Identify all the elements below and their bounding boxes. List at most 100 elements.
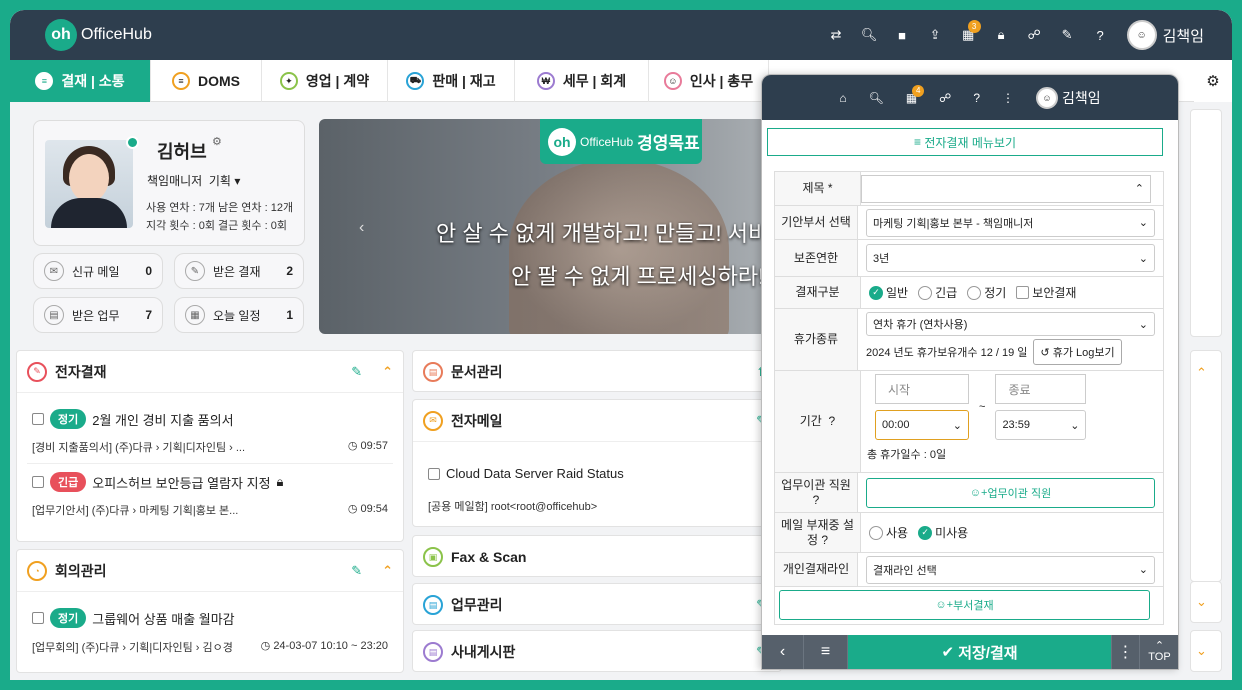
document-icon: ▤ (423, 362, 443, 382)
logo-mark: oh (45, 19, 77, 51)
write-icon[interactable]: ✎ (351, 563, 362, 579)
transfer-button[interactable]: ☺+ 업무이관 직원 (866, 477, 1155, 508)
more-vertical-icon[interactable]: ⋮ (1112, 635, 1140, 669)
leave-log-button[interactable]: ↺ 휴가 Log보기 (1033, 339, 1122, 365)
banner-title: 경영목표 (637, 134, 700, 153)
search-icon[interactable]: 🔍︎ (853, 10, 886, 60)
type-regular-radio[interactable]: 정기 (967, 284, 1006, 301)
tab-doms[interactable]: ≡ DOMS (151, 60, 262, 102)
docs-panel: ▤문서관리⇧ (412, 350, 782, 392)
settings-gear-icon[interactable]: ⚙ (212, 135, 222, 148)
chevron-up-icon[interactable]: ⌃ (1196, 365, 1207, 381)
new-mail-button[interactable]: ✉ 신규 메일 0 (33, 253, 163, 289)
video-icon[interactable]: ■ (886, 10, 919, 60)
profile-role[interactable]: 책임매니저 기획 ▾ (147, 172, 240, 189)
received-task-button[interactable]: ▤ 받은 업무 7 (33, 297, 163, 333)
menu-icon[interactable]: ≡ (804, 635, 848, 669)
mail-icon: ✉ (423, 410, 443, 431)
chevron-down-icon[interactable]: ⌄ (1196, 643, 1207, 659)
online-status-dot (126, 136, 139, 149)
org-chart-icon[interactable]: ☍ (939, 91, 951, 105)
history-icon: ↺ (1040, 346, 1050, 359)
home-icon[interactable]: ⌂ (839, 91, 846, 105)
user-menu[interactable]: ☺ 김책임 (1117, 20, 1232, 50)
chevron-up-icon[interactable]: ⌃ (382, 563, 393, 579)
end-time-select[interactable]: 23:59 ⌄ (995, 410, 1087, 440)
dept-select[interactable]: 마케팅 기획|홍보 본부 - 책임매니저 ⌄ (866, 208, 1155, 237)
profile-name: 김허브 (157, 142, 207, 162)
received-approval-button[interactable]: ✎ 받은 결재 2 (174, 253, 304, 289)
title-input[interactable]: ⌃ (861, 174, 1151, 203)
dept-approval-button[interactable]: ☺+ 부서결재 (779, 590, 1150, 620)
tab-sales-contract[interactable]: ✦ 영업 | 계약 (262, 60, 388, 102)
dept-text: 기획 (208, 174, 231, 188)
keep-value: 3년 (873, 253, 890, 265)
type-urgent-radio[interactable]: 긴급 (918, 284, 957, 301)
more-vertical-icon[interactable]: ⋮ (1002, 91, 1014, 105)
leave-type-select[interactable]: 연차 휴가 (연차사용) ⌄ (866, 312, 1155, 336)
calendar-icon[interactable]: ▦ 3 (952, 10, 985, 60)
start-placeholder: 시작 (888, 382, 911, 397)
chevron-up-icon[interactable]: ⌃ (1135, 182, 1144, 195)
approval-menu-button[interactable]: ≡ 전자결재 메뉴보기 (767, 128, 1163, 156)
help-icon[interactable]: ? (813, 493, 820, 507)
absence-use-radio[interactable]: 사용 (869, 524, 908, 541)
doc-icon (32, 413, 44, 425)
lock-icon[interactable]: 🔒︎ (985, 10, 1018, 60)
tab-hr[interactable]: ☺ 인사 | 총무 (649, 60, 769, 102)
type-normal-radio[interactable]: ✓ 일반 (869, 284, 908, 301)
tab-tax-account[interactable]: ₩ 세무 | 회계 (515, 60, 649, 102)
top-button[interactable]: ⌃ TOP (1140, 635, 1178, 669)
help-icon[interactable]: ? (1084, 10, 1117, 60)
user-plus-icon: ☺+ (969, 486, 988, 499)
write-icon[interactable]: ✎ (351, 364, 362, 380)
security-checkbox[interactable]: 보안결재 (1016, 284, 1076, 301)
list-item[interactable]: 정기 2월 개인 경비 지출 품의서 (32, 409, 234, 429)
chevron-left-icon[interactable]: ‹ (359, 219, 364, 237)
keep-select[interactable]: 3년 ⌄ (866, 244, 1155, 272)
help-icon[interactable]: ? (829, 414, 836, 429)
banner-logo-mark: oh (548, 127, 576, 156)
leave-log-label: 휴가 Log보기 (1052, 347, 1115, 359)
chevron-down-icon: ⌄ (1138, 252, 1148, 265)
list-item[interactable]: 긴급 오피스허브 보안등급 열람자 지정 🔒︎ (32, 472, 283, 492)
goal-banner[interactable]: oh OfficeHub 경영목표 ‹ 안 살 수 없게 개발하고! 만들고! … (319, 119, 769, 334)
chevron-left-icon[interactable]: ‹ (762, 635, 804, 669)
dept-value: 마케팅 기획|홍보 본부 - 책임매니저 (873, 217, 1034, 230)
approval-pen-icon: ✎ (27, 361, 47, 382)
lock-icon: 🔒︎ (276, 474, 284, 489)
logo[interactable]: oh OfficeHub (45, 19, 152, 51)
calendar-icon[interactable]: ▦ 4 (906, 84, 925, 105)
gear-icon[interactable]: ⚙ (1194, 60, 1232, 102)
help-icon[interactable]: ? (973, 91, 980, 105)
user-name: 김책임 (1162, 27, 1204, 45)
tab-sales-stock[interactable]: ⛟ 판매 | 재고 (388, 60, 515, 102)
end-date-input[interactable]: 종료 (995, 374, 1087, 404)
edit-icon[interactable]: ✎ (1051, 10, 1084, 60)
status-badge: 정기 (50, 409, 87, 429)
search-icon[interactable]: 🔍︎ (869, 91, 884, 105)
tab-approval[interactable]: ≡ 결재 | 소통 (10, 60, 151, 102)
leave-count: 2024 년도 휴가보유개수 12 / 19 일 (866, 347, 1028, 359)
help-icon[interactable]: ? (821, 533, 828, 547)
popup-user[interactable]: ☺ 김책임 (1036, 86, 1101, 109)
today-schedule-button[interactable]: ▦ 오늘 일정 1 (174, 297, 304, 333)
briefcase-icon: ▤ (44, 305, 64, 325)
list-item[interactable]: 정기 그룹웨어 상품 매출 월마감 (32, 608, 235, 628)
org-chart-icon[interactable]: ☍ (1018, 10, 1051, 60)
chevron-up-icon[interactable]: ⌃ (382, 364, 393, 380)
approval-icon: ≡ (35, 72, 54, 90)
doc-icon (428, 467, 440, 480)
tab-label: 세무 | 회계 (562, 73, 627, 89)
save-approve-button[interactable]: ✔ 저장/결재 (848, 635, 1112, 669)
start-time-select[interactable]: 00:00 ⌄ (875, 410, 969, 440)
approval-line-select[interactable]: 결재라인 선택 ⌄ (866, 555, 1155, 584)
list-item[interactable]: Cloud Data Server Raid Status (428, 466, 624, 481)
start-date-input[interactable]: 시작 (875, 374, 969, 404)
mail-icon: ✉ (44, 261, 64, 281)
share-icon[interactable]: ⇪ (919, 10, 952, 60)
absence-nouse-radio[interactable]: ✓ 미사용 (918, 524, 968, 541)
quick-label: 신규 메일 (72, 264, 120, 279)
exchange-icon[interactable]: ⇄ (820, 10, 853, 60)
chevron-down-icon[interactable]: ⌄ (1196, 594, 1207, 610)
